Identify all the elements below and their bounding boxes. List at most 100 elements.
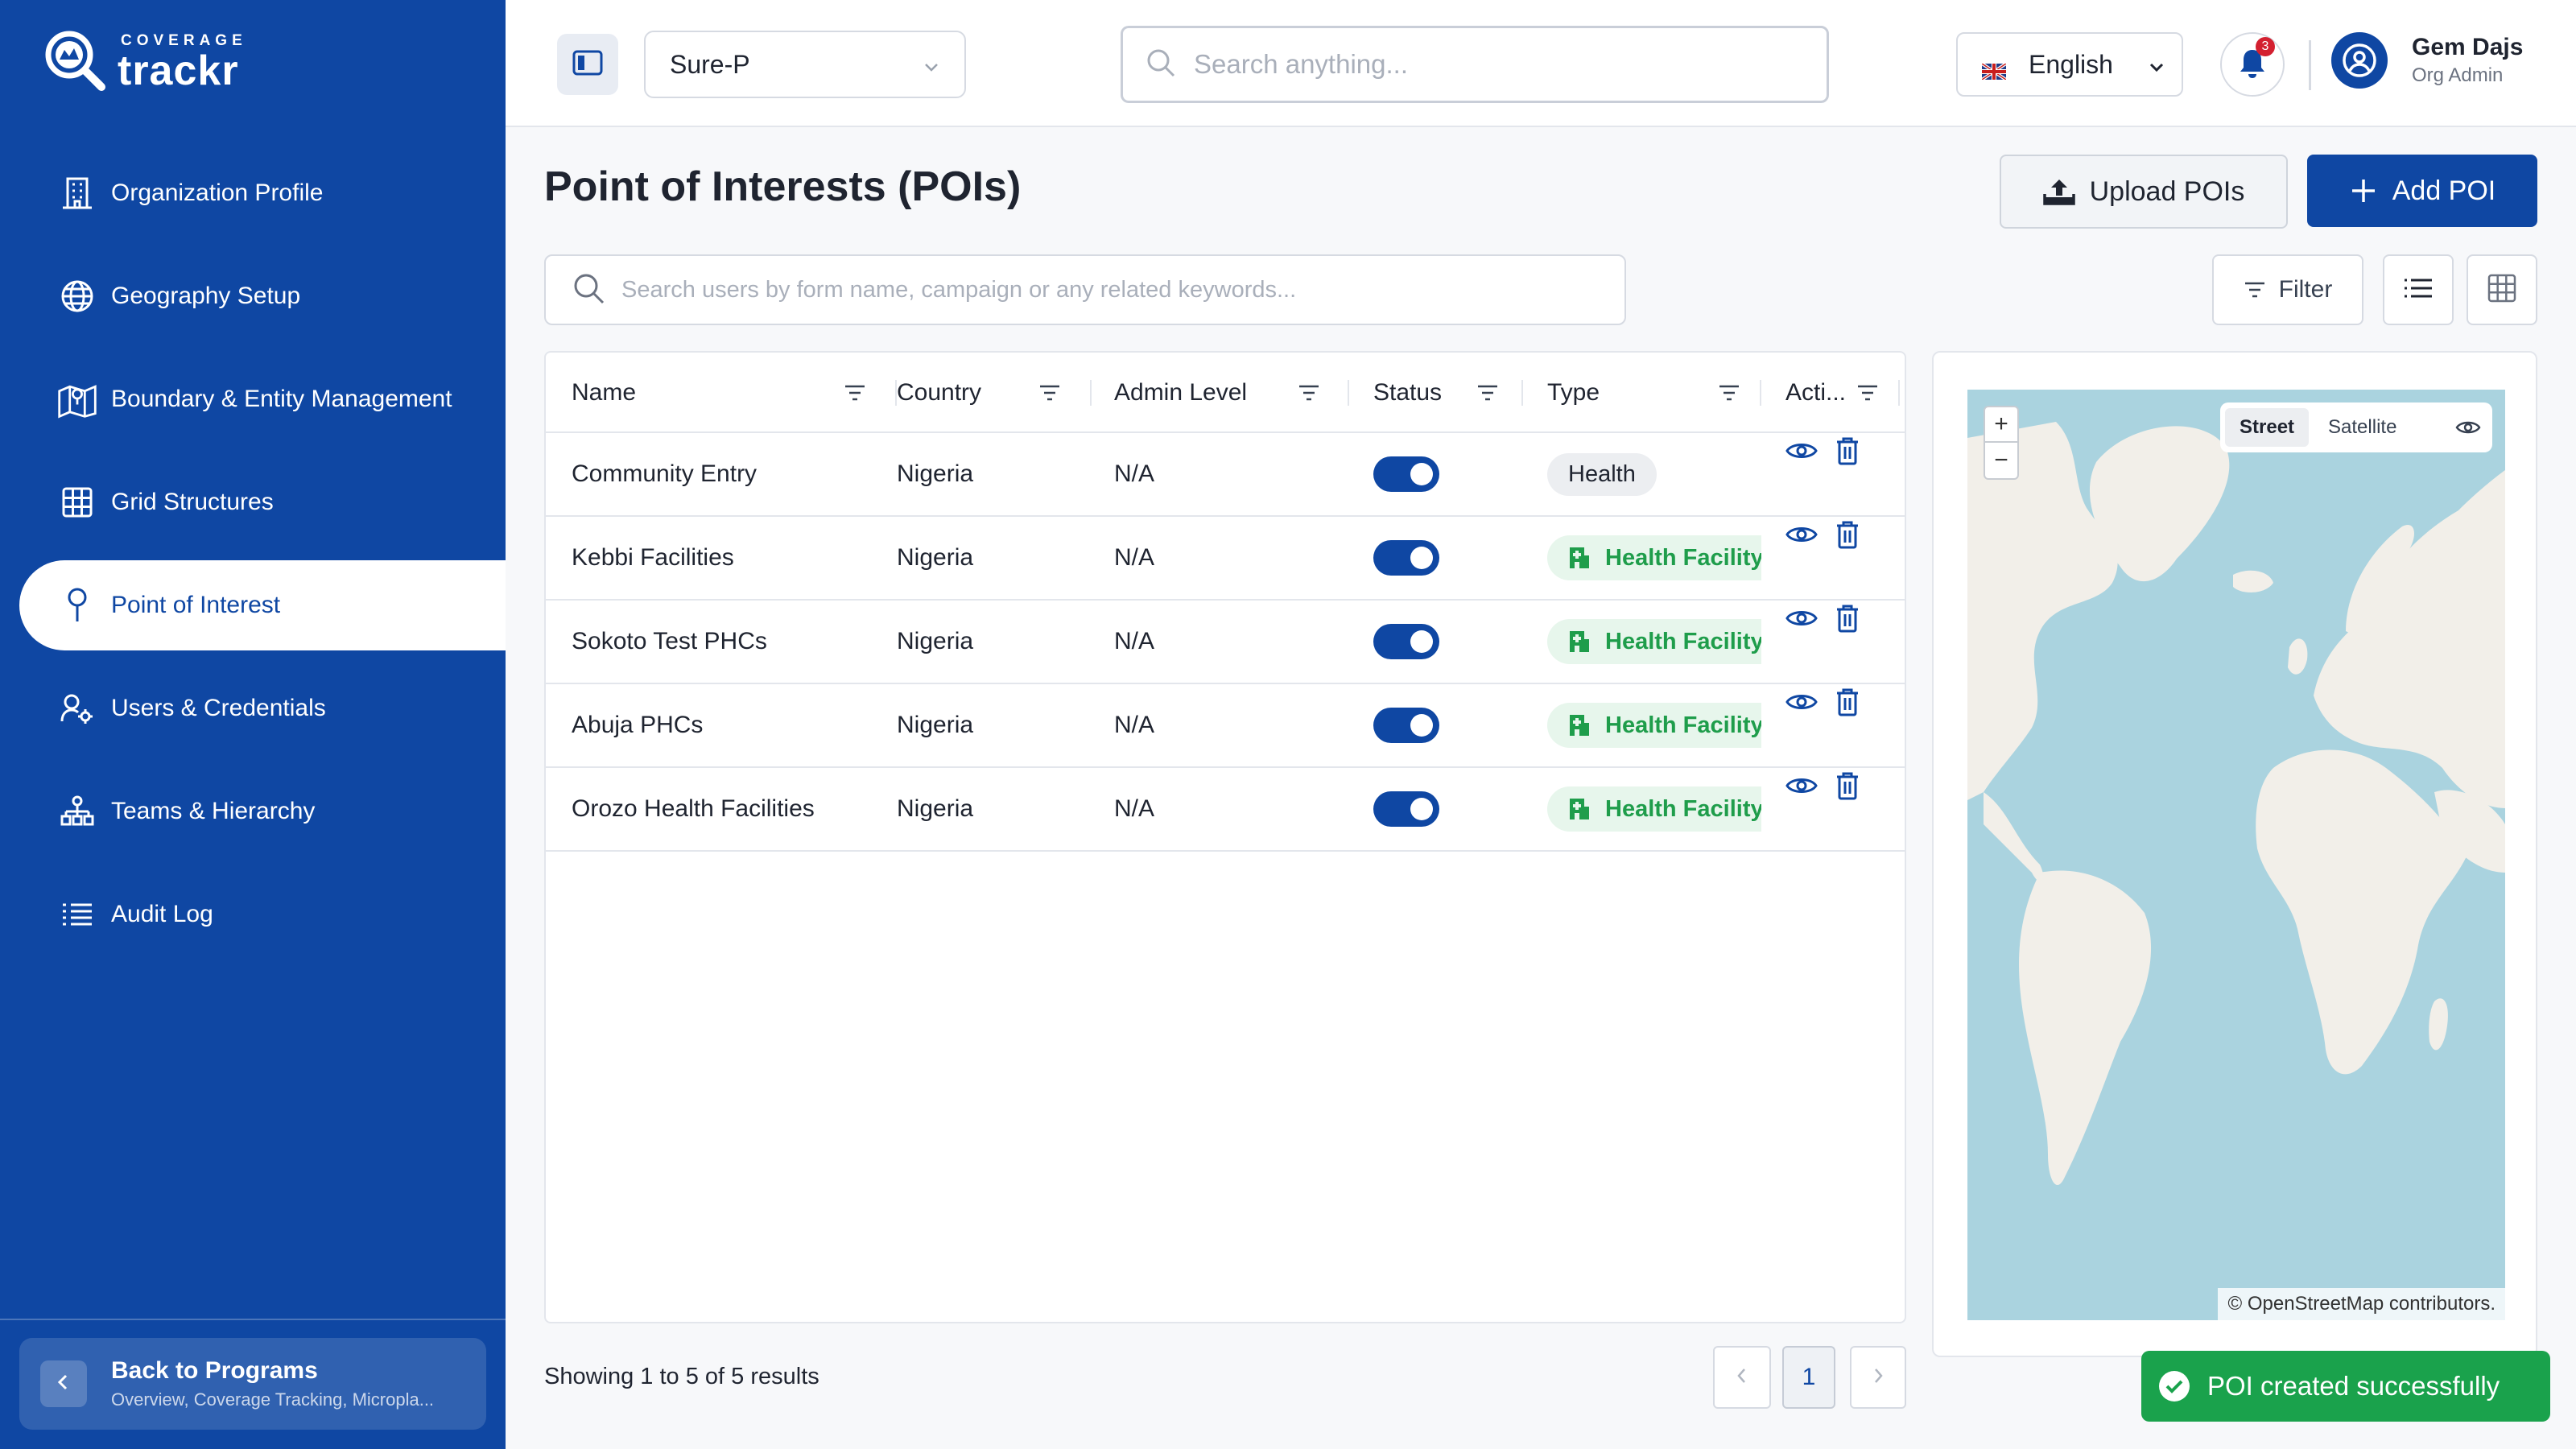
sidebar-panel-icon: [572, 50, 603, 80]
column-header-admin-level[interactable]: Admin Level: [1114, 353, 1364, 433]
plus-icon: [2349, 176, 2378, 205]
sidebar-item-users-credentials[interactable]: Users & Credentials: [0, 663, 506, 753]
trash-icon[interactable]: [1835, 687, 1860, 723]
eye-icon[interactable]: [1785, 774, 1818, 803]
next-page-button[interactable]: [1850, 1346, 1906, 1409]
column-header-label: Acti...: [1785, 379, 1847, 406]
map-layer-switch: Street Satellite: [2220, 402, 2492, 452]
search-icon: [1146, 47, 1176, 82]
trash-icon[interactable]: [1835, 520, 1860, 555]
eye-icon[interactable]: [1785, 440, 1818, 469]
filter-label: Filter: [2278, 276, 2333, 303]
column-header-label: Type: [1547, 379, 1600, 406]
app-logo[interactable]: COVERAGE trackr: [40, 26, 247, 98]
eye-icon[interactable]: [1785, 523, 1818, 552]
logo-big-text: trackr: [118, 47, 239, 94]
type-badge: Health Facility: [1547, 535, 1761, 580]
filter-button[interactable]: Filter: [2212, 254, 2363, 325]
table-row[interactable]: Community Entry Nigeria N/A Health: [546, 433, 1905, 517]
global-search-input[interactable]: [1194, 49, 1806, 80]
chevron-down-icon: [2148, 50, 2165, 80]
trash-icon[interactable]: [1835, 604, 1860, 639]
status-toggle[interactable]: [1373, 791, 1439, 827]
cell-name: Community Entry: [572, 460, 758, 487]
column-divider: [1898, 380, 1900, 406]
cell-admin-level: N/A: [1114, 460, 1155, 487]
sidebar-item-teams-hierarchy[interactable]: Teams & Hierarchy: [0, 766, 506, 857]
language-select[interactable]: English: [1956, 32, 2183, 97]
sidebar-item-grid-structures[interactable]: Grid Structures: [0, 457, 506, 547]
column-filter-icon[interactable]: [1476, 384, 1499, 402]
status-toggle[interactable]: [1373, 540, 1439, 576]
column-filter-icon[interactable]: [1718, 384, 1740, 402]
status-toggle[interactable]: [1373, 708, 1439, 743]
sidebar-item-organization-profile[interactable]: Organization Profile: [0, 148, 506, 238]
notifications-button[interactable]: 3: [2220, 32, 2285, 97]
table-row[interactable]: Orozo Health Facilities Nigeria N/A Heal…: [546, 768, 1905, 852]
trash-icon[interactable]: [1835, 436, 1860, 472]
previous-page-button[interactable]: [1713, 1346, 1771, 1409]
status-toggle[interactable]: [1373, 624, 1439, 659]
sidebar-item-label: Audit Log: [111, 901, 213, 927]
column-header-status[interactable]: Status: [1373, 353, 1542, 433]
cell-country: Nigeria: [897, 460, 974, 487]
user-name: Gem Dajs: [2412, 34, 2524, 60]
osm-attribution-link[interactable]: © OpenStreetMap: [2227, 1293, 2384, 1315]
status-toggle[interactable]: [1373, 456, 1439, 492]
sidebar-item-point-of-interest[interactable]: Point of Interest: [19, 560, 506, 650]
column-header-actions[interactable]: Acti...: [1785, 353, 1905, 433]
type-badge-label: Health Facility: [1605, 712, 1761, 738]
poi-map[interactable]: + − Street Satellite © OpenStreetMap con…: [1967, 390, 2505, 1320]
sidebar-item-boundary-entity[interactable]: Boundary & Entity Management: [0, 354, 506, 444]
column-filter-icon[interactable]: [1298, 384, 1320, 402]
table-row[interactable]: Sokoto Test PHCs Nigeria N/A Health Faci…: [546, 601, 1905, 684]
table-row[interactable]: Kebbi Facilities Nigeria N/A Health Faci…: [546, 517, 1905, 601]
column-header-type[interactable]: Type: [1547, 353, 1773, 433]
column-filter-icon[interactable]: [1038, 384, 1061, 402]
column-header-country[interactable]: Country: [897, 353, 1114, 433]
top-bar: Sure-P English 3 Gem Dajs Org Admin: [506, 0, 2576, 127]
sidebar-item-label: Point of Interest: [111, 592, 281, 618]
sidebar-item-label: Grid Structures: [111, 489, 274, 515]
list-view-button[interactable]: [2383, 254, 2454, 325]
program-select[interactable]: Sure-P: [644, 31, 966, 98]
sidebar: COVERAGE trackr Organization Profile Geo…: [0, 0, 506, 1449]
zoom-in-button[interactable]: +: [1985, 407, 2017, 443]
type-badge-label: Health Facility: [1605, 628, 1761, 654]
page-1-button[interactable]: 1: [1782, 1346, 1835, 1409]
street-layer-button[interactable]: Street: [2225, 408, 2310, 447]
list-icon: [56, 894, 98, 935]
back-button[interactable]: [40, 1360, 87, 1407]
column-divider: [1090, 380, 1092, 406]
back-to-programs-card[interactable]: Back to Programs Overview, Coverage Trac…: [19, 1338, 486, 1430]
map-card: + − Street Satellite © OpenStreetMap con…: [1932, 351, 2537, 1357]
hospital-icon: [1568, 797, 1591, 821]
eye-icon[interactable]: [1785, 607, 1818, 636]
globe-icon: [56, 275, 98, 317]
program-select-value: Sure-P: [670, 49, 750, 79]
table-row[interactable]: Abuja PHCs Nigeria N/A Health Facility: [546, 684, 1905, 768]
user-menu[interactable]: Gem Dajs Org Admin: [2331, 32, 2523, 89]
trash-icon[interactable]: [1835, 771, 1860, 807]
chevron-left-icon: [1736, 1367, 1748, 1389]
column-filter-icon[interactable]: [1856, 384, 1879, 402]
cell-country: Nigeria: [897, 795, 974, 822]
add-poi-button[interactable]: Add POI: [2307, 155, 2537, 227]
satellite-layer-button[interactable]: Satellite: [2309, 408, 2416, 447]
hospital-icon: [1568, 713, 1591, 737]
chevron-right-icon: [1872, 1367, 1885, 1389]
zoom-out-button[interactable]: −: [1985, 443, 2017, 478]
column-header-name[interactable]: Name: [572, 353, 897, 433]
sidebar-item-geography-setup[interactable]: Geography Setup: [0, 251, 506, 341]
upload-pois-button[interactable]: Upload POIs: [2000, 155, 2288, 229]
zoom-control: + −: [1984, 406, 2019, 480]
poi-search-input[interactable]: [621, 276, 1587, 303]
toggle-sidebar-button[interactable]: [557, 34, 618, 95]
sidebar-item-audit-log[interactable]: Audit Log: [0, 869, 506, 960]
eye-icon[interactable]: [1785, 691, 1818, 720]
sidebar-item-label: Geography Setup: [111, 283, 301, 309]
eye-icon[interactable]: [2455, 419, 2481, 436]
page-title: Point of Interests (POIs): [544, 163, 1022, 210]
grid-view-button[interactable]: [2467, 254, 2537, 325]
column-filter-icon[interactable]: [844, 384, 866, 402]
